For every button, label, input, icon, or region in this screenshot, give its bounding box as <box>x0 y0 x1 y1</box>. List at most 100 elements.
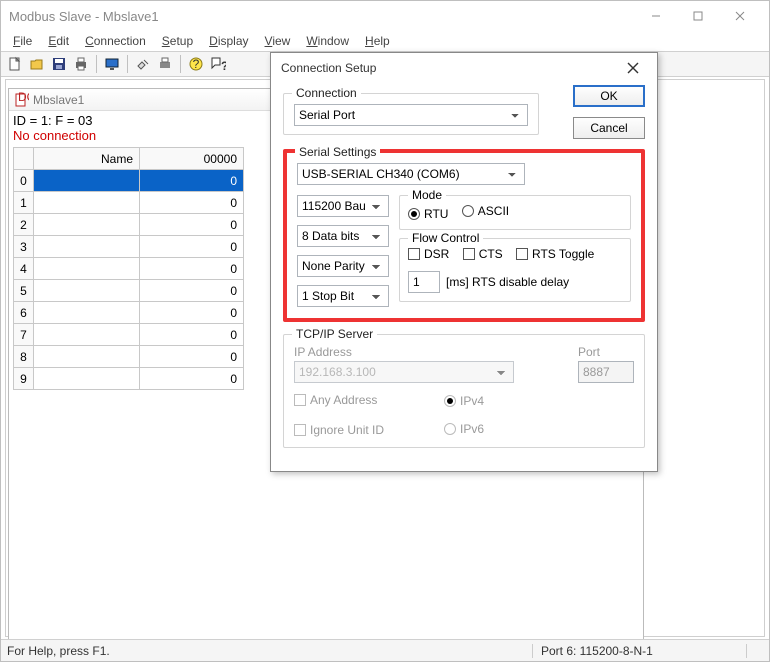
svg-text:?: ? <box>221 59 226 72</box>
connection-group: Connection Serial Port <box>283 93 539 135</box>
cancel-button[interactable]: Cancel <box>573 117 645 139</box>
row-header[interactable]: 4 <box>14 258 34 280</box>
print-icon[interactable] <box>71 54 91 74</box>
col-header-name[interactable]: Name <box>34 148 140 170</box>
cell-value[interactable]: 0 <box>140 280 244 302</box>
menu-bar[interactable]: File Edit Connection Setup Display View … <box>1 31 769 51</box>
databits-select[interactable]: 8 Data bits <box>297 225 389 247</box>
menu-file[interactable]: File <box>5 32 40 50</box>
menu-view[interactable]: View <box>257 32 299 50</box>
app-title: Modbus Slave - Mbslave1 <box>9 9 635 24</box>
document-icon: DOC <box>13 92 29 108</box>
maximize-button[interactable] <box>677 2 719 30</box>
cell-name[interactable] <box>34 192 140 214</box>
new-icon[interactable] <box>5 54 25 74</box>
baud-select[interactable]: 115200 Baud <box>297 195 389 217</box>
ok-button[interactable]: OK <box>573 85 645 107</box>
row-header[interactable]: 6 <box>14 302 34 324</box>
close-button[interactable] <box>719 2 761 30</box>
table-row[interactable]: 60 <box>14 302 244 324</box>
row-header[interactable]: 9 <box>14 368 34 390</box>
dialog-titlebar[interactable]: Connection Setup <box>271 53 657 83</box>
cell-name[interactable] <box>34 324 140 346</box>
row-header[interactable]: 5 <box>14 280 34 302</box>
tcpip-group: TCP/IP Server IP Address 192.168.3.100 P… <box>283 334 645 448</box>
menu-display[interactable]: Display <box>201 32 256 50</box>
dsr-checkbox[interactable]: DSR <box>408 247 449 261</box>
menu-setup[interactable]: Setup <box>154 32 201 50</box>
help-icon[interactable]: ? <box>186 54 206 74</box>
radio-dot-icon <box>444 423 456 435</box>
table-row[interactable]: 00 <box>14 170 244 192</box>
cell-name[interactable] <box>34 214 140 236</box>
row-header[interactable]: 8 <box>14 346 34 368</box>
save-icon[interactable] <box>49 54 69 74</box>
radio-dot-icon <box>462 205 474 217</box>
serial-settings-group: Serial Settings USB-SERIAL CH340 (COM6) … <box>283 149 645 322</box>
mode-legend: Mode <box>408 188 446 202</box>
table-row[interactable]: 30 <box>14 236 244 258</box>
port-label: Port <box>578 345 634 359</box>
connection-type-select[interactable]: Serial Port <box>294 104 528 126</box>
cell-name[interactable] <box>34 302 140 324</box>
table-row[interactable]: 40 <box>14 258 244 280</box>
cell-name[interactable] <box>34 368 140 390</box>
print2-icon[interactable] <box>155 54 175 74</box>
col-header-value[interactable]: 00000 <box>140 148 244 170</box>
svg-text:?: ? <box>193 57 200 71</box>
register-table[interactable]: Name 00000 00102030405060708090 <box>13 147 244 390</box>
row-header[interactable]: 0 <box>14 170 34 192</box>
svg-text:DOC: DOC <box>18 92 29 104</box>
cell-name[interactable] <box>34 170 140 192</box>
menu-help[interactable]: Help <box>357 32 398 50</box>
parity-select[interactable]: None Parity <box>297 255 389 277</box>
cell-name[interactable] <box>34 280 140 302</box>
main-titlebar[interactable]: Modbus Slave - Mbslave1 <box>1 1 769 31</box>
dialog-close-button[interactable] <box>619 54 647 82</box>
open-icon[interactable] <box>27 54 47 74</box>
any-address-checkbox: Any Address <box>294 393 377 407</box>
cell-value[interactable]: 0 <box>140 324 244 346</box>
row-header[interactable]: 7 <box>14 324 34 346</box>
connect-icon[interactable] <box>133 54 153 74</box>
checkbox-icon <box>294 394 306 406</box>
table-row[interactable]: 20 <box>14 214 244 236</box>
cell-value[interactable]: 0 <box>140 302 244 324</box>
rts-toggle-checkbox[interactable]: RTS Toggle <box>516 247 594 261</box>
table-row[interactable]: 80 <box>14 346 244 368</box>
monitor-icon[interactable] <box>102 54 122 74</box>
row-header[interactable]: 2 <box>14 214 34 236</box>
table-row[interactable]: 50 <box>14 280 244 302</box>
cell-value[interactable]: 0 <box>140 346 244 368</box>
port-input <box>578 361 634 383</box>
cell-name[interactable] <box>34 346 140 368</box>
mode-group: Mode RTU ASCII <box>399 195 631 230</box>
cell-value[interactable]: 0 <box>140 368 244 390</box>
cell-value[interactable]: 0 <box>140 236 244 258</box>
serial-port-select[interactable]: USB-SERIAL CH340 (COM6) <box>297 163 525 185</box>
table-row[interactable]: 10 <box>14 192 244 214</box>
cell-value[interactable]: 0 <box>140 214 244 236</box>
mode-ascii-radio[interactable]: ASCII <box>462 204 509 218</box>
menu-edit[interactable]: Edit <box>40 32 77 50</box>
table-row[interactable]: 70 <box>14 324 244 346</box>
cell-name[interactable] <box>34 258 140 280</box>
rts-delay-input[interactable] <box>408 271 440 293</box>
whatsthis-icon[interactable]: ? <box>208 54 228 74</box>
menu-window[interactable]: Window <box>298 32 357 50</box>
row-header[interactable]: 3 <box>14 236 34 258</box>
table-row[interactable]: 90 <box>14 368 244 390</box>
ip-select: 192.168.3.100 <box>294 361 514 383</box>
cell-value[interactable]: 0 <box>140 170 244 192</box>
row-header[interactable]: 1 <box>14 192 34 214</box>
stopbits-select[interactable]: 1 Stop Bit <box>297 285 389 307</box>
minimize-button[interactable] <box>635 2 677 30</box>
checkbox-icon <box>463 248 475 260</box>
mode-rtu-radio[interactable]: RTU <box>408 207 448 221</box>
cell-value[interactable]: 0 <box>140 192 244 214</box>
toolbar-separator <box>127 55 128 73</box>
cell-value[interactable]: 0 <box>140 258 244 280</box>
cell-name[interactable] <box>34 236 140 258</box>
menu-connection[interactable]: Connection <box>77 32 154 50</box>
cts-checkbox[interactable]: CTS <box>463 247 503 261</box>
